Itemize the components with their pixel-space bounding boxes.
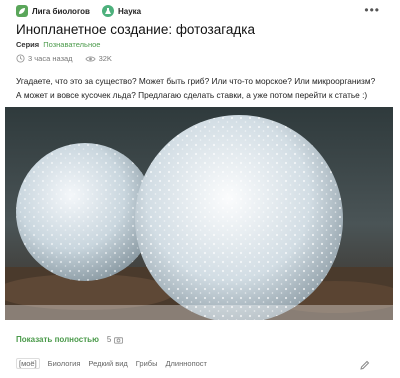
section-name: Наука	[117, 6, 142, 16]
post-photo[interactable]	[5, 107, 393, 320]
edit-icon[interactable]	[360, 357, 370, 375]
post-header: Лига биологов Наука •••	[0, 0, 400, 22]
tag-mushrooms[interactable]: Грибы	[136, 359, 158, 368]
clock-icon	[16, 54, 25, 63]
more-options-button[interactable]: •••	[364, 4, 380, 16]
post-title[interactable]: Инопланетное создание: фотозагадка	[16, 22, 255, 37]
tag-biology[interactable]: Биология	[48, 359, 81, 368]
time-ago: 3 часа назад	[28, 54, 73, 63]
tag-longpost[interactable]: Длиннопост	[165, 359, 207, 368]
tag-mine[interactable]: [моё]	[16, 358, 40, 369]
show-more: Показать полностью 5	[16, 335, 124, 344]
series-label: Серия	[16, 40, 40, 49]
show-more-link[interactable]: Показать полностью	[16, 335, 99, 344]
tag-rare-species[interactable]: Редкий вид	[88, 359, 127, 368]
photo-count: 5	[106, 335, 112, 344]
post-tags: [моё] Биология Редкий вид Грибы Длиннопо…	[16, 358, 215, 369]
section-link[interactable]: Наука	[101, 5, 142, 17]
community-link[interactable]: Лига биологов	[16, 5, 90, 17]
post-text: Угадаете, что это за существо? Может быт…	[16, 76, 376, 100]
post-time: 3 часа назад	[16, 54, 73, 63]
leaf-icon	[16, 5, 28, 17]
post-meta: 3 часа назад 32K	[16, 54, 124, 63]
series-link[interactable]: Познавательное	[43, 40, 100, 49]
camera-icon	[114, 336, 124, 344]
eye-icon	[84, 55, 96, 62]
views-count: 32K	[98, 54, 112, 63]
post-views: 32K	[84, 54, 112, 63]
community-name: Лига биологов	[32, 6, 90, 16]
flask-icon	[101, 5, 114, 17]
post-series: Серия Познавательное	[16, 40, 100, 49]
